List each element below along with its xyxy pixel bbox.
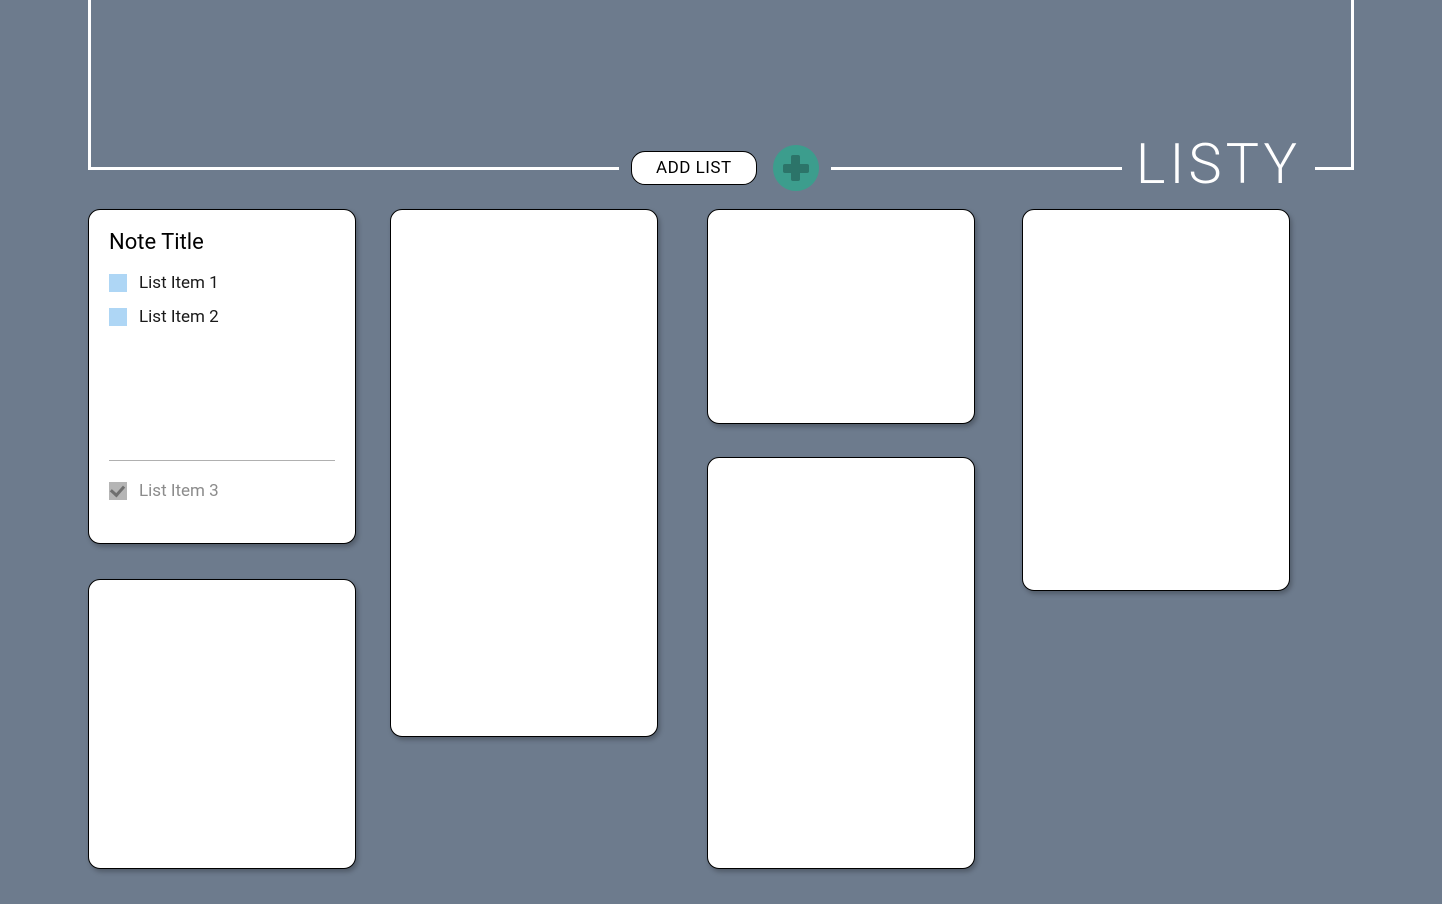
checkbox-icon[interactable] [109, 274, 127, 292]
completed-items-list: List Item 3 [109, 481, 335, 501]
note-card[interactable] [707, 457, 975, 869]
list-item: List Item 1 [109, 273, 335, 293]
note-card[interactable] [707, 209, 975, 424]
add-list-button[interactable]: ADD LIST [631, 151, 757, 185]
note-card[interactable] [1022, 209, 1290, 591]
divider [109, 460, 335, 461]
note-card[interactable] [88, 579, 356, 869]
add-icon-button[interactable] [773, 145, 819, 191]
checkbox-done-icon[interactable] [109, 482, 127, 500]
note-card[interactable] [390, 209, 658, 737]
active-items-list: List Item 1 List Item 2 [109, 273, 335, 327]
header-frame: ADD LIST LISTY [88, 0, 1354, 170]
app-title: LISTY [1136, 131, 1301, 197]
note-card[interactable]: Note Title List Item 1 List Item 2 List … [88, 209, 356, 544]
list-item: List Item 3 [109, 481, 335, 501]
list-item-label: List Item 2 [139, 307, 219, 327]
completed-section: List Item 3 [109, 460, 335, 515]
list-item-label: List Item 3 [139, 481, 219, 501]
list-item-label: List Item 1 [139, 273, 219, 293]
checkbox-icon[interactable] [109, 308, 127, 326]
list-item: List Item 2 [109, 307, 335, 327]
note-title: Note Title [109, 230, 335, 255]
